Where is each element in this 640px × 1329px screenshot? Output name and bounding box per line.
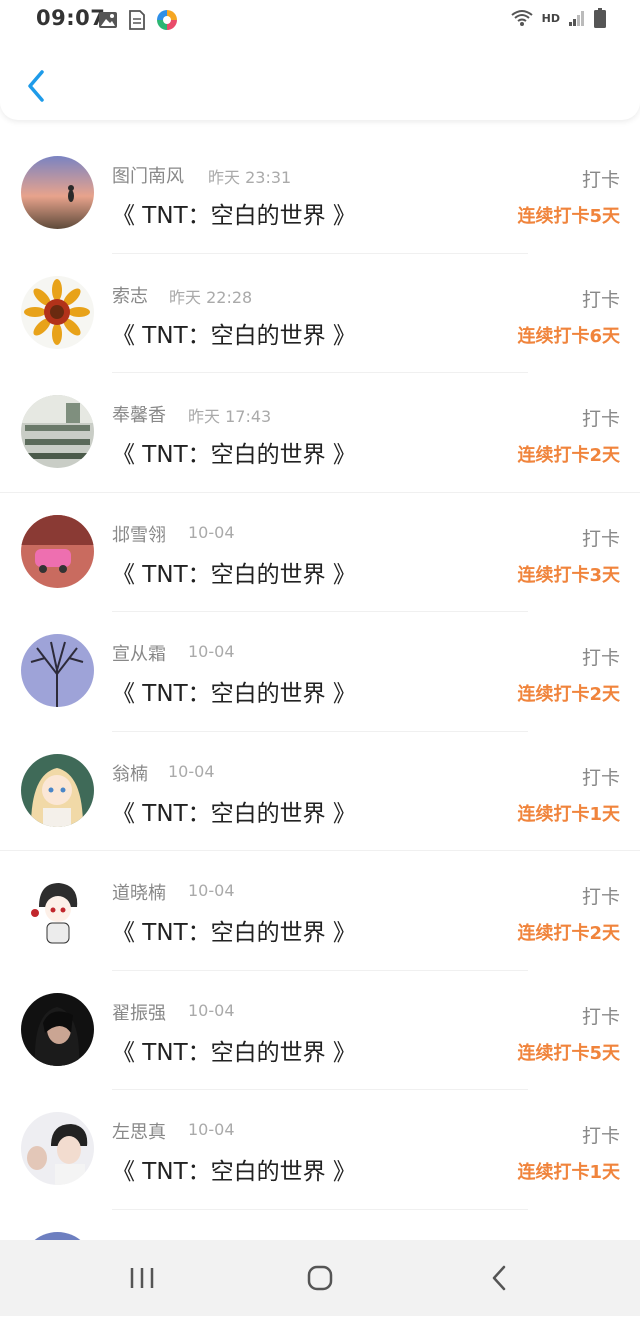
post-time: 10-04: [188, 1120, 235, 1139]
avatar[interactable]: [21, 634, 94, 707]
post-time: 昨天 23:31: [208, 164, 291, 188]
user-name: 左思真: [112, 1118, 166, 1144]
list-item[interactable]: 左思真 10-04 《 TNT：空白的世界 》 打卡 连续打卡1天: [0, 1090, 640, 1210]
user-name: 奉馨香: [112, 401, 166, 427]
post-time: 10-04: [188, 881, 235, 900]
checkin-label: 打卡: [582, 1121, 620, 1148]
user-name: 翟振强: [112, 999, 166, 1025]
checkin-label: 打卡: [582, 165, 620, 192]
book-title[interactable]: 《 TNT：空白的世界 》: [112, 435, 356, 469]
streak-label: 连续打卡2天: [517, 441, 620, 467]
book-title[interactable]: 《 TNT：空白的世界 》: [112, 1033, 356, 1067]
checkin-label: 打卡: [582, 285, 620, 312]
user-name: 宣从霜: [112, 640, 166, 666]
user-name: 图门南风: [112, 162, 184, 188]
list-item[interactable]: 道晓楠 10-04 《 TNT：空白的世界 》 打卡 连续打卡2天: [0, 851, 640, 971]
avatar[interactable]: [21, 156, 94, 229]
avatar[interactable]: [21, 754, 94, 827]
battery-icon: [594, 8, 606, 28]
home-icon[interactable]: [300, 1262, 340, 1294]
list-item[interactable]: 奉馨香 昨天 17:43 《 TNT：空白的世界 》 打卡 连续打卡2天: [0, 373, 640, 493]
avatar[interactable]: [21, 873, 94, 946]
post-time: 10-04: [168, 762, 215, 781]
streak-label: 连续打卡6天: [517, 322, 620, 348]
list-item[interactable]: 邶雪翎 10-04 《 TNT：空白的世界 》 打卡 连续打卡3天: [0, 493, 640, 613]
post-time: 昨天 22:28: [169, 284, 252, 308]
avatar[interactable]: [21, 276, 94, 349]
image-icon: [98, 11, 118, 29]
list-item[interactable]: 翟振强 10-04 《 TNT：空白的世界 》 打卡 连续打卡5天: [0, 971, 640, 1091]
post-time: 10-04: [188, 1001, 235, 1020]
checkin-label: 打卡: [582, 1002, 620, 1029]
back-icon[interactable]: [480, 1262, 520, 1294]
streak-label: 连续打卡2天: [517, 680, 620, 706]
user-name: 索志: [112, 282, 148, 308]
checkin-label: 打卡: [582, 524, 620, 551]
signal-icon: [568, 9, 586, 27]
checkin-list: 图门南风 昨天 23:31 《 TNT：空白的世界 》 打卡 连续打卡5天 索志…: [0, 134, 640, 1329]
avatar[interactable]: [21, 515, 94, 588]
book-title[interactable]: 《 TNT：空白的世界 》: [112, 1152, 356, 1186]
streak-label: 连续打卡1天: [517, 800, 620, 826]
file-icon: [128, 10, 146, 30]
checkin-label: 打卡: [582, 643, 620, 670]
app-icon: [156, 9, 178, 31]
avatar[interactable]: [21, 993, 94, 1066]
streak-label: 连续打卡3天: [517, 561, 620, 587]
checkin-label: 打卡: [582, 763, 620, 790]
streak-label: 连续打卡1天: [517, 1158, 620, 1184]
book-title[interactable]: 《 TNT：空白的世界 》: [112, 674, 356, 708]
streak-label: 连续打卡2天: [517, 919, 620, 945]
book-title[interactable]: 《 TNT：空白的世界 》: [112, 794, 356, 828]
system-nav-bar: [0, 1240, 640, 1316]
book-title[interactable]: 《 TNT：空白的世界 》: [112, 555, 356, 589]
avatar[interactable]: [21, 395, 94, 468]
post-time: 10-04: [188, 523, 235, 542]
checkin-label: 打卡: [582, 404, 620, 431]
user-name: 翁楠: [112, 760, 148, 786]
streak-label: 连续打卡5天: [517, 202, 620, 228]
user-name: 邶雪翎: [112, 521, 166, 547]
status-bar: 09:07 HD: [0, 0, 640, 40]
book-title[interactable]: 《 TNT：空白的世界 》: [112, 196, 356, 230]
post-time: 昨天 17:43: [188, 403, 271, 427]
list-item[interactable]: 索志 昨天 22:28 《 TNT：空白的世界 》 打卡 连续打卡6天: [0, 254, 640, 374]
book-title[interactable]: 《 TNT：空白的世界 》: [112, 913, 356, 947]
list-item[interactable]: 翁楠 10-04 《 TNT：空白的世界 》 打卡 连续打卡1天: [0, 732, 640, 852]
list-item[interactable]: 宣从霜 10-04 《 TNT：空白的世界 》 打卡 连续打卡2天: [0, 612, 640, 732]
hd-label: HD: [542, 12, 560, 25]
back-button[interactable]: [22, 66, 52, 106]
wifi-icon: [510, 8, 534, 28]
post-time: 10-04: [188, 642, 235, 661]
streak-label: 连续打卡5天: [517, 1039, 620, 1065]
status-time: 09:07: [36, 6, 105, 30]
user-name: 道晓楠: [112, 879, 166, 905]
checkin-label: 打卡: [582, 882, 620, 909]
book-title[interactable]: 《 TNT：空白的世界 》: [112, 316, 356, 350]
list-item[interactable]: 图门南风 昨天 23:31 《 TNT：空白的世界 》 打卡 连续打卡5天: [0, 134, 640, 254]
recent-apps-icon[interactable]: [122, 1262, 162, 1294]
avatar[interactable]: [21, 1112, 94, 1185]
